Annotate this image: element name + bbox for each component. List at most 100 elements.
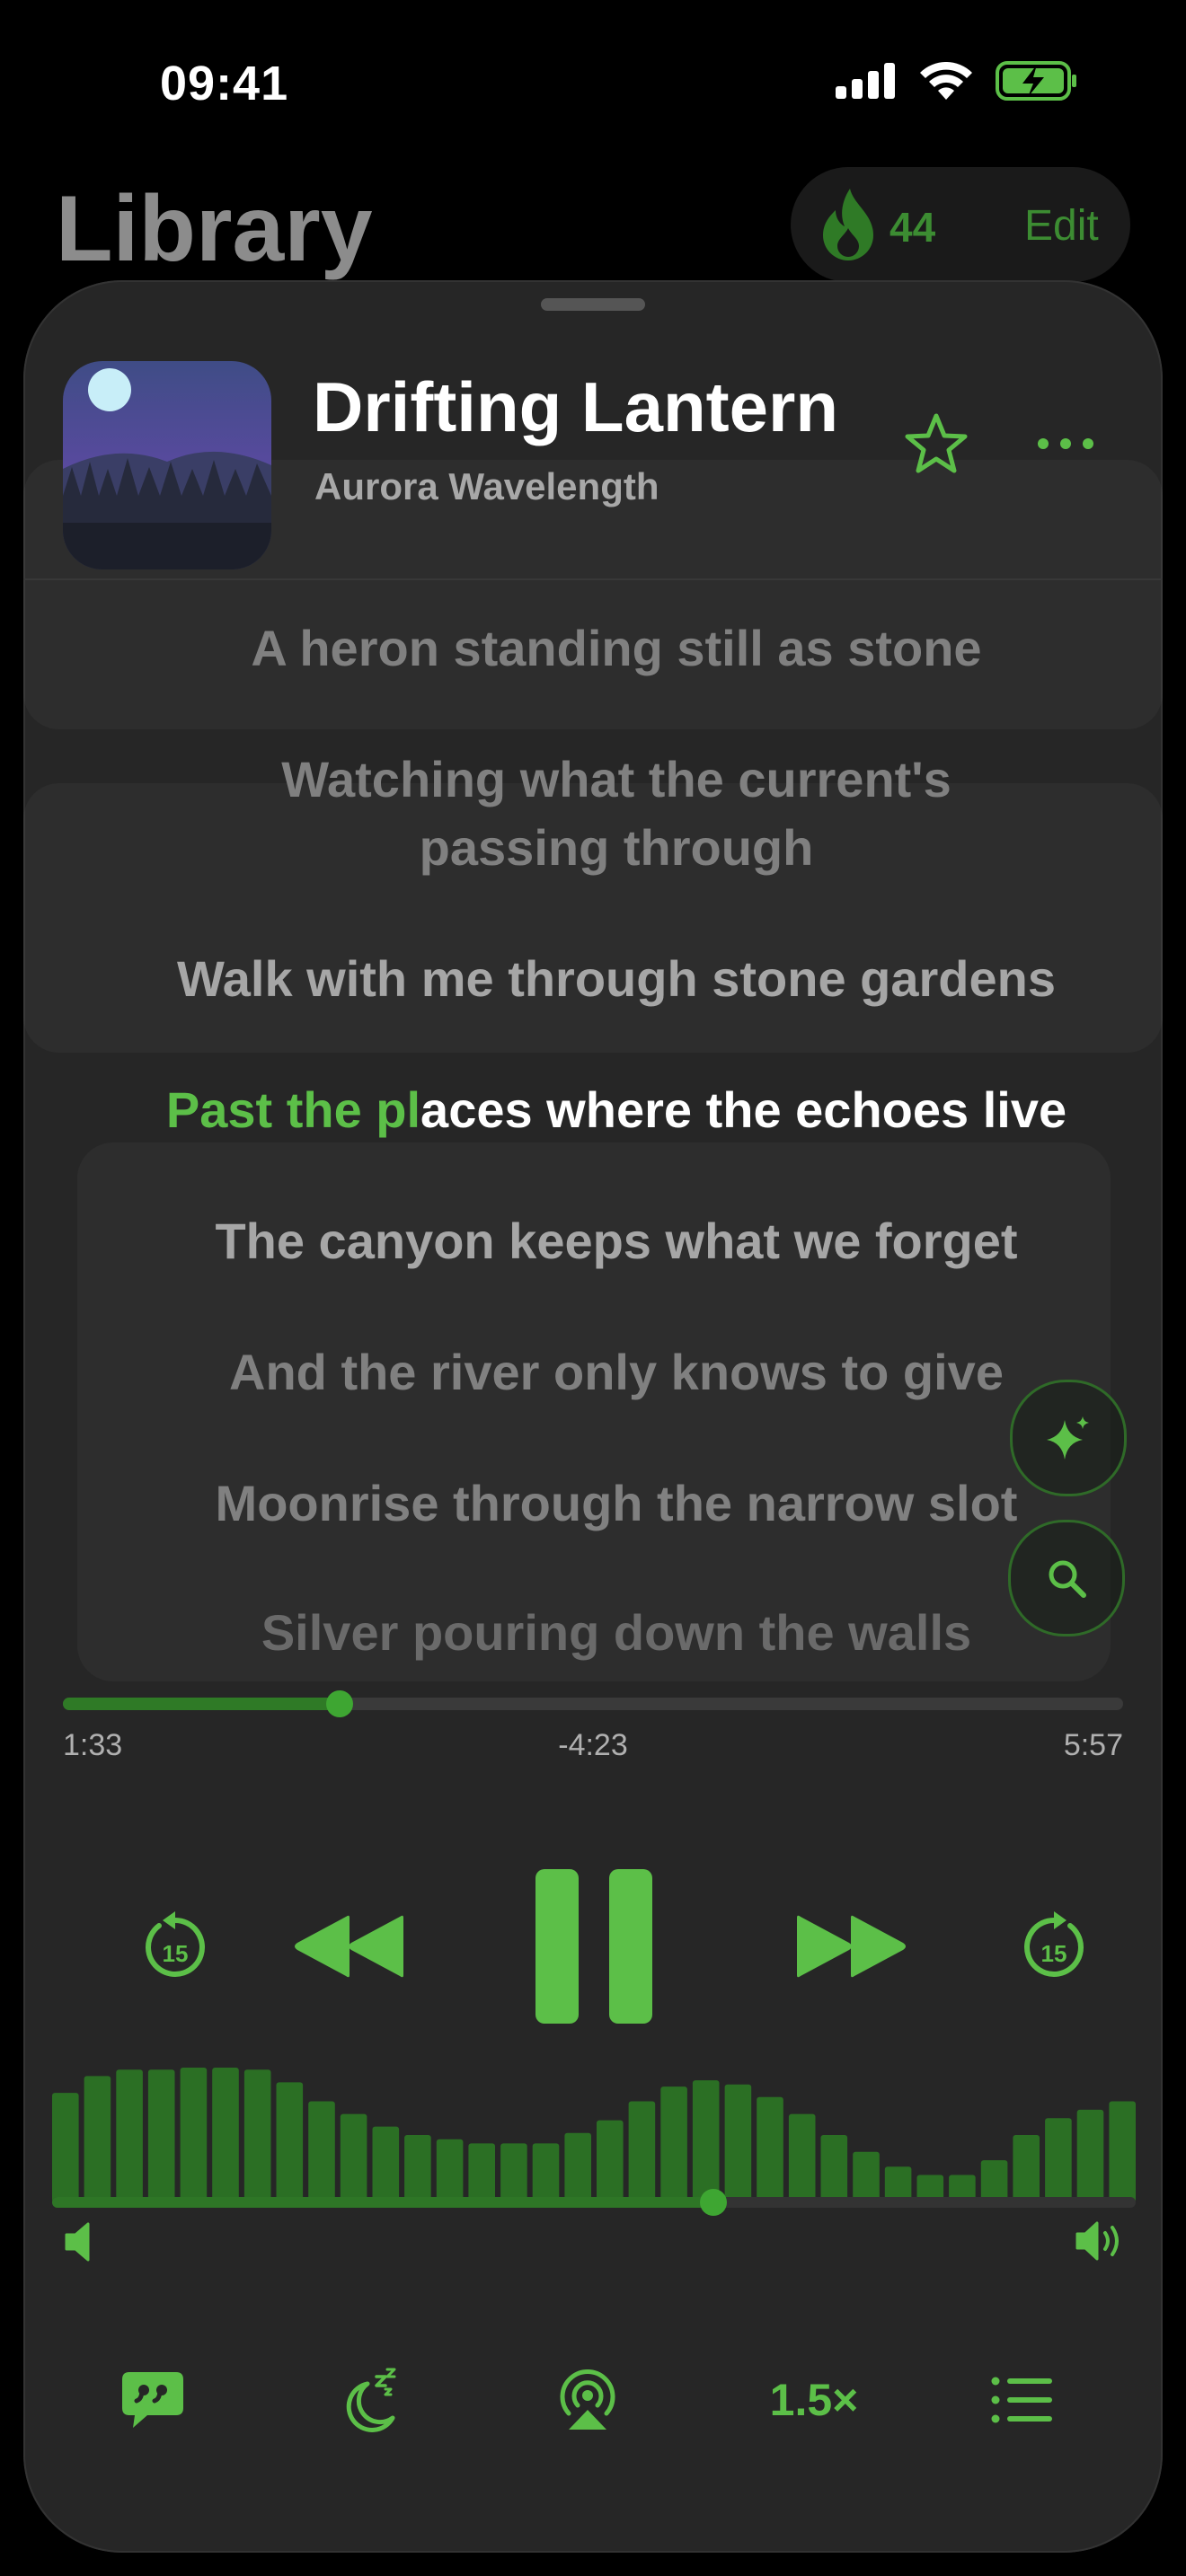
visualizer-bar [564,2132,591,2202]
visualizer-bar [757,2096,783,2202]
quote-bubble-icon [122,2372,183,2428]
lyric-line-current[interactable]: Past the places where the echoes live [95,1076,1137,1144]
volume-knob[interactable] [699,2189,727,2216]
lyric-line[interactable]: Silver pouring down the walls [95,1599,1137,1667]
visualizer-bar [1076,2109,1104,2202]
lyric-line[interactable]: passing through [95,814,1137,882]
flame-icon [823,189,873,260]
visualizer-bar [276,2082,304,2202]
skip-forward-15-icon: 15 [1024,1911,1084,1977]
status-time: 09:41 [160,57,289,110]
more-options-button[interactable] [1021,399,1111,489]
list-icon [991,2377,1052,2423]
skip-back-seconds: 15 [163,1940,189,1967]
remaining-time: -4:23 [558,1728,628,1762]
ai-sparkle-button[interactable] [1010,1380,1127,1496]
skip-forward-seconds: 15 [1041,1940,1067,1967]
sparkle-icon [1047,1416,1089,1460]
visualizer-bar [308,2101,335,2202]
moon-zzz-icon [346,2368,396,2432]
progress-fill [63,1698,340,1710]
lyric-line[interactable]: The canyon keeps what we forget [95,1207,1137,1275]
star-icon [905,413,968,473]
playback-speed-button[interactable]: 1.5× [751,2346,877,2454]
volume-high-icon-wrap [1075,2220,1128,2266]
visualizer-bar [52,2093,79,2202]
visualizer-bar [116,2069,143,2202]
visualizer-bar [1013,2135,1040,2202]
visualizer-bar [243,2069,271,2202]
artist-name[interactable]: Aurora Wavelength [314,465,659,508]
album-artwork[interactable] [63,361,271,569]
progress-scrubber[interactable] [325,1690,353,1717]
visualizer-bar [1109,2101,1136,2202]
previous-track-button[interactable] [277,1888,420,2005]
visualizer-bar [820,2135,848,2202]
queue-button[interactable] [969,2346,1076,2454]
airplay-button[interactable] [534,2346,642,2454]
now-playing-sheet: Drifting Lantern Aurora Wavelength A her… [23,280,1163,2553]
total-time: 5:57 [1063,1728,1123,1762]
visualizer-bar [468,2143,495,2202]
sheet-grabber[interactable] [541,298,645,311]
lyric-line[interactable]: Watching what the current's [95,745,1137,814]
visualizer-bar [404,2135,431,2202]
airplay-icon [560,2369,615,2430]
visualizer-bar [692,2080,720,2202]
visualizer-bar [147,2069,175,2202]
lyric-unsung-portion: aces where the echoes live [420,1081,1067,1138]
lyric-line[interactable]: Walk with me through stone gardens [95,945,1137,1013]
ellipsis-icon [1038,438,1093,449]
volume-low-icon-wrap [63,2222,99,2266]
speaker-high-icon [1075,2221,1119,2261]
visualizer-bar [724,2084,752,2202]
skip-back-15-button[interactable]: 15 [117,1888,234,2005]
volume-slider[interactable] [52,2189,1136,2216]
status-icons [836,61,1078,101]
status-bar: 09:41 [0,0,1186,171]
visualizer-bar [788,2113,816,2202]
skip-forward-15-button[interactable]: 15 [996,1888,1112,2005]
sleep-timer-button[interactable] [316,2346,424,2454]
wifi-icon [920,62,972,100]
lyric-line[interactable]: A heron standing still as stone [95,614,1137,683]
visualizer-bar [500,2143,527,2202]
next-track-button[interactable] [780,1888,924,2005]
streak-count: 44 [890,204,936,251]
visualizer-bar [180,2068,208,2202]
visualizer-bar [628,2101,656,2202]
visualizer-bar [212,2068,239,2202]
lyric-sung-portion: Past the pl [165,1081,421,1138]
lyric-line[interactable]: And the river only knows to give [95,1338,1137,1407]
song-title: Drifting Lantern [313,367,838,446]
visualizer-bar [1045,2118,1072,2202]
visualizer-bar [532,2143,560,2202]
battery-charging-icon [996,61,1076,101]
artwork-image [63,361,271,569]
visualizer-bar [340,2113,367,2202]
screen: 09:41 Library 44 Edit Drifting Lantern A… [0,0,1186,2576]
visualizer-bar [372,2126,400,2202]
pause-icon [535,1869,652,2024]
library-title: Library [56,177,373,281]
lyrics-toggle-button[interactable] [99,2346,207,2454]
skip-back-15-icon: 15 [146,1911,205,1977]
lyric-line[interactable]: Moonrise through the narrow slot [95,1469,1137,1538]
edit-button[interactable]: Edit [1024,201,1099,251]
favorite-button[interactable] [891,399,981,489]
visualizer-bar [853,2151,880,2202]
pause-button[interactable] [535,1861,652,2032]
search-lyrics-button[interactable] [1008,1520,1125,1636]
progress-bar[interactable] [63,1690,1123,1717]
search-icon [1049,1560,1086,1598]
visualizer-bar [980,2160,1008,2202]
volume-fill [52,2197,713,2208]
visualizer-bar [597,2120,624,2202]
audio-visualizer [52,2068,1136,2202]
speaker-low-icon [65,2222,90,2262]
visualizer-bar [660,2086,687,2202]
cellular-signal-icon [836,63,895,99]
fast-forward-icon [797,1915,906,1978]
visualizer-bar [84,2076,111,2202]
visualizer-bar [436,2139,464,2202]
